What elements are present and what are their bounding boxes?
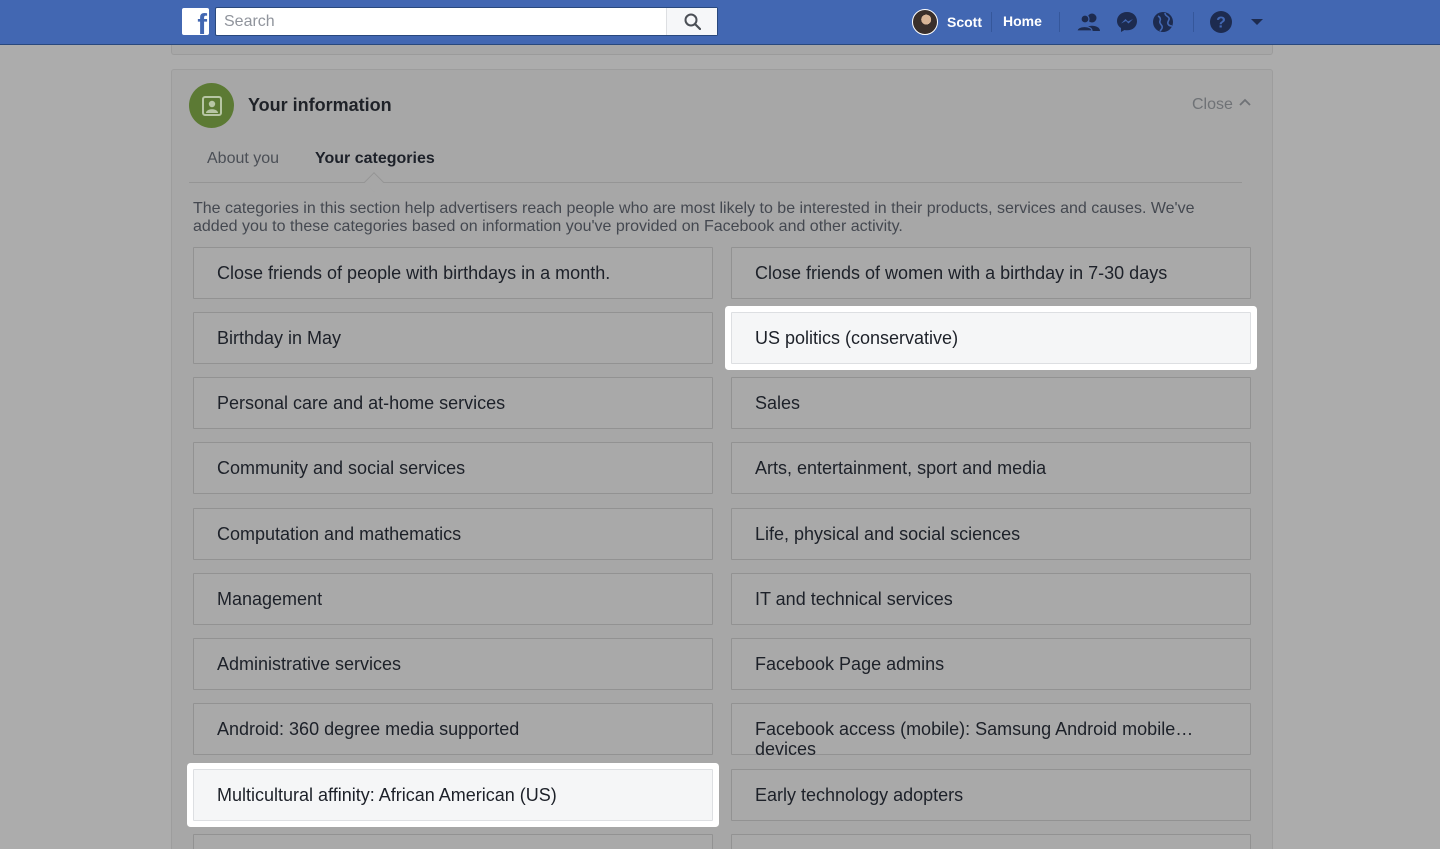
category-tabs: About you Your categories [189,140,1242,192]
category-label: Community and social services [217,458,466,478]
facebook-logo-icon[interactable]: f [182,8,209,35]
category-item[interactable]: Life, physical and social sciences [731,508,1251,560]
svg-text:?: ? [1216,15,1226,32]
previous-card-edge [171,45,1273,55]
nav-divider [991,12,992,32]
category-item[interactable]: Administrative services [193,638,713,690]
category-item[interactable]: Sales [731,377,1251,429]
account-menu-chevron-down-icon[interactable] [1244,10,1270,34]
category-label: Close friends of people with birthdays i… [217,263,611,283]
category-item[interactable] [193,834,713,849]
tab-your-categories[interactable]: Your categories [315,150,435,168]
active-tab-indicator [364,172,384,192]
category-label: Computation and mathematics [217,524,462,544]
category-item[interactable]: Computation and mathematics [193,508,713,560]
category-item[interactable]: Close friends of women with a birthday i… [731,247,1251,299]
category-label: Administrative services [217,654,402,674]
category-label: Close friends of women with a birthday i… [755,263,1168,283]
chevron-up-icon [1239,98,1251,106]
friend-requests-icon[interactable] [1076,10,1102,34]
help-icon[interactable]: ? [1208,10,1234,34]
notifications-globe-icon[interactable] [1150,10,1176,34]
category-label: IT and technical services [755,589,953,609]
your-information-icon [189,83,234,128]
category-item[interactable]: Android: 360 degree media supported [193,703,713,755]
category-label: Facebook Page admins [755,654,945,674]
tab-about-you[interactable]: About you [207,150,279,168]
category-label: US politics (conservative) [755,328,959,348]
category-item[interactable]: Arts, entertainment, sport and media [731,442,1251,494]
category-item[interactable]: Community and social services [193,442,713,494]
avatar [912,9,938,35]
category-item[interactable] [731,834,1251,849]
messenger-icon[interactable] [1114,10,1140,34]
category-label: Facebook access (mobile): Samsung Androi… [755,719,1194,755]
search-box [215,7,718,36]
section-title: Your information [248,95,392,115]
profile-link[interactable]: Scott [912,8,982,36]
category-label: Sales [755,393,801,413]
category-item[interactable]: Personal care and at-home services [193,377,713,429]
close-section-button[interactable]: Close [1192,96,1251,114]
category-label: Life, physical and social sciences [755,524,1021,544]
category-item[interactable]: Facebook Page admins [731,638,1251,690]
category-item[interactable]: Early technology adopters [731,769,1251,821]
search-input[interactable] [216,8,666,35]
category-label: Early technology adopters [755,785,964,805]
category-label: Management [217,589,323,609]
close-label: Close [1192,96,1233,113]
categories-description: The categories in this section help adve… [193,200,1195,235]
category-label: Multicultural affinity: African American… [217,785,557,805]
profile-name: Scott [947,14,982,30]
category-item-highlighted[interactable]: Multicultural affinity: African American… [193,769,713,821]
category-item[interactable]: Birthday in May [193,312,713,364]
top-navigation-bar: f Scott Home [0,0,1440,45]
nav-divider [1193,12,1194,32]
category-item[interactable]: Close friends of people with birthdays i… [193,247,713,299]
category-label: Arts, entertainment, sport and media [755,458,1047,478]
category-item[interactable]: Management [193,573,713,625]
category-label: Birthday in May [217,328,342,348]
category-item-highlighted[interactable]: US politics (conservative) [731,312,1251,364]
category-label: Android: 360 degree media supported [217,719,520,739]
nav-divider [1059,12,1060,32]
home-link[interactable]: Home [1003,13,1042,29]
search-icon [684,13,701,30]
search-button[interactable] [666,8,717,35]
category-label: Personal care and at-home services [217,393,506,413]
category-item[interactable]: IT and technical services [731,573,1251,625]
category-item[interactable]: Facebook access (mobile): Samsung Androi… [731,703,1251,755]
